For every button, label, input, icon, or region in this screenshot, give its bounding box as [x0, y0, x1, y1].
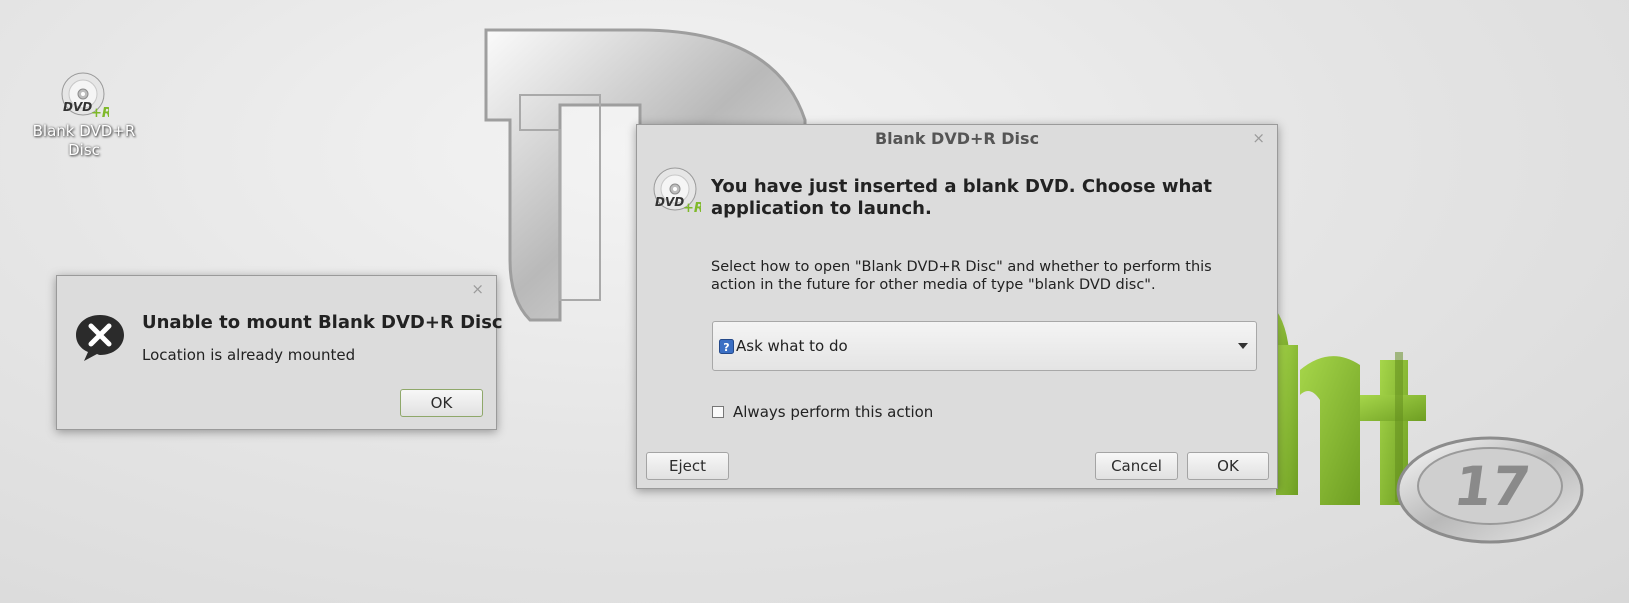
- question-icon: ?: [719, 338, 734, 354]
- eject-button[interactable]: Eject: [646, 452, 729, 480]
- combobox-selected-value: Ask what to do: [736, 337, 848, 355]
- chevron-down-icon: [1238, 343, 1248, 349]
- ok-button[interactable]: OK: [1187, 452, 1269, 480]
- svg-text:+R: +R: [91, 106, 109, 120]
- blank-dvd-dialog: Blank DVD+R Disc × DVD +R You have just …: [636, 124, 1278, 489]
- error-title: Unable to mount Blank DVD+R Disc: [142, 312, 503, 333]
- svg-text:DVD: DVD: [655, 195, 684, 209]
- error-ok-button[interactable]: OK: [400, 389, 483, 417]
- dvd-disc-icon: DVD +R: [61, 72, 109, 120]
- desktop-icon-label: Blank DVD+R Disc: [32, 122, 136, 159]
- dialog-heading: You have just inserted a blank DVD. Choo…: [711, 176, 1213, 219]
- svg-text:?: ?: [723, 341, 729, 354]
- always-perform-row[interactable]: Always perform this action: [712, 403, 933, 421]
- always-perform-checkbox[interactable]: [712, 406, 724, 418]
- svg-text:+R: +R: [683, 201, 701, 215]
- svg-text:DVD: DVD: [63, 100, 92, 114]
- close-icon[interactable]: ×: [1252, 131, 1265, 146]
- window-title: Blank DVD+R Disc: [874, 129, 1040, 148]
- dialog-description: Select how to open "Blank DVD+R Disc" an…: [711, 259, 1212, 293]
- error-dialog: × Unable to mount Blank DVD+R Disc Locat…: [56, 275, 503, 430]
- close-icon[interactable]: ×: [471, 282, 484, 297]
- action-combobox[interactable]: ? Ask what to do: [712, 321, 1257, 371]
- version-badge-number: 17: [1449, 455, 1535, 518]
- error-message: Location is already mounted: [142, 346, 356, 364]
- desktop-icon-blank-dvd[interactable]: DVD +R Blank DVD+R Disc: [22, 72, 146, 160]
- always-perform-label[interactable]: Always perform this action: [733, 403, 933, 421]
- cancel-button[interactable]: Cancel: [1095, 452, 1178, 480]
- error-icon: [76, 315, 124, 361]
- dvd-disc-icon: DVD +R: [653, 167, 701, 215]
